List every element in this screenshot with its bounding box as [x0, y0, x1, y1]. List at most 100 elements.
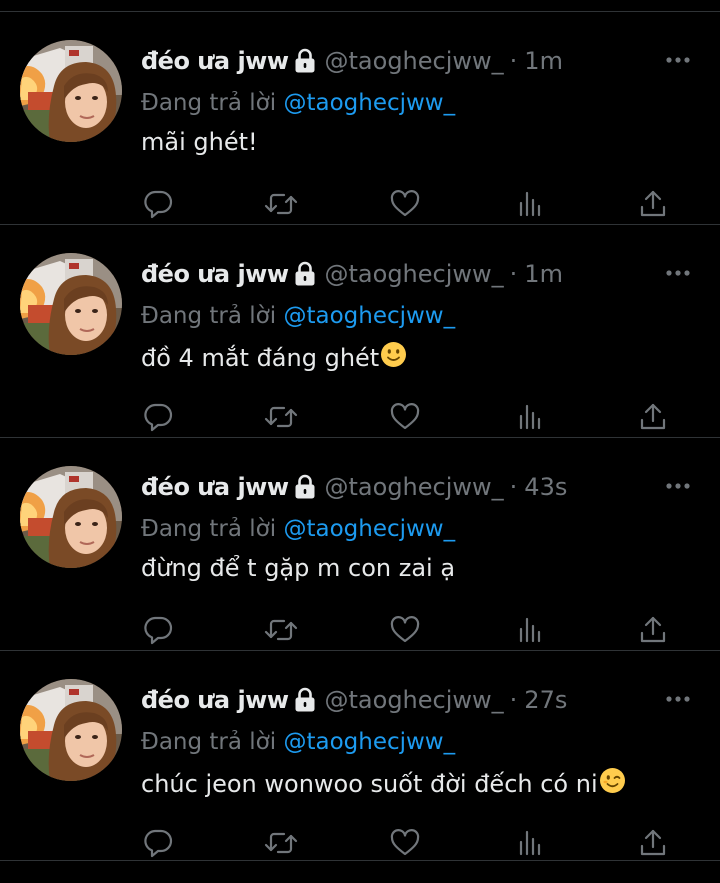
tweet-text-content: đồ 4 mắt đáng ghét [141, 343, 380, 372]
user-handle[interactable]: @taoghecjww_ [325, 473, 504, 501]
replying-to-handle[interactable]: @taoghecjww_ [283, 90, 455, 116]
views-button[interactable] [514, 827, 548, 859]
avatar[interactable] [20, 466, 122, 568]
analytics-icon [519, 191, 541, 217]
tweet-text: đồ 4 mắt đáng ghét [141, 341, 407, 374]
views-button[interactable] [514, 401, 548, 433]
separator-dot: · [509, 686, 518, 714]
tweet-actions [141, 614, 673, 646]
share-button[interactable] [636, 614, 670, 646]
display-name[interactable]: đéo ưa jww [141, 686, 289, 714]
replying-to-handle[interactable]: @taoghecjww_ [283, 516, 455, 542]
analytics-icon [519, 617, 541, 643]
more-options-button[interactable] [664, 476, 692, 496]
user-handle[interactable]: @taoghecjww_ [325, 47, 504, 75]
separator-dot: · [509, 47, 518, 75]
replying-to-label: Đang trả lời [141, 90, 277, 116]
timestamp[interactable]: 1m [524, 47, 563, 75]
tweet[interactable]: đéo ưa jww @taoghecjww_ · 1m Đang trả lờ… [0, 12, 720, 225]
replying-to-handle[interactable]: @taoghecjww_ [283, 303, 455, 329]
display-name[interactable]: đéo ưa jww [141, 260, 289, 288]
retweet-button[interactable] [264, 827, 298, 859]
share-icon [640, 403, 666, 430]
reply-icon [144, 829, 173, 858]
tweet-thread: đéo ưa jww @taoghecjww_ · 1m Đang trả lờ… [0, 12, 720, 861]
tweet-actions [141, 188, 673, 220]
tweet-actions [141, 401, 673, 433]
tweet-text: đừng để t gặp m con zai ạ [141, 554, 455, 582]
retweet-icon [264, 406, 298, 428]
top-divider [0, 0, 720, 12]
timestamp[interactable]: 43s [524, 473, 567, 501]
replying-to: Đang trả lời @taoghecjww_ [141, 516, 455, 542]
retweet-icon [264, 619, 298, 641]
emoji-slot [379, 341, 407, 374]
tweet-text: mãi ghét! [141, 128, 258, 156]
heart-icon [390, 829, 420, 856]
share-button[interactable] [636, 827, 670, 859]
display-name[interactable]: đéo ưa jww [141, 47, 289, 75]
winking-face-emoji [599, 768, 625, 793]
tweet-text-content: đừng để t gặp m con zai ạ [141, 554, 456, 582]
like-button[interactable] [388, 614, 422, 646]
like-button[interactable] [388, 827, 422, 859]
user-handle[interactable]: @taoghecjww_ [325, 686, 504, 714]
retweet-icon [264, 832, 298, 854]
share-icon [640, 829, 666, 856]
tweet-text-content: mãi ghét! [141, 128, 258, 156]
reply-icon [144, 403, 173, 432]
reply-button[interactable] [141, 827, 175, 859]
more-options-button[interactable] [664, 50, 692, 70]
reply-button[interactable] [141, 188, 175, 220]
tweet-actions [141, 827, 673, 859]
avatar[interactable] [20, 253, 122, 355]
retweet-button[interactable] [264, 614, 298, 646]
avatar[interactable] [20, 679, 122, 781]
timestamp[interactable]: 27s [524, 686, 567, 714]
lock-icon [294, 261, 316, 287]
retweet-button[interactable] [264, 188, 298, 220]
replying-to-handle[interactable]: @taoghecjww_ [283, 729, 455, 755]
slightly-smiling-face-emoji [381, 342, 407, 367]
replying-to: Đang trả lời @taoghecjww_ [141, 90, 455, 116]
retweet-button[interactable] [264, 401, 298, 433]
display-name[interactable]: đéo ưa jww [141, 473, 289, 501]
like-button[interactable] [388, 188, 422, 220]
lock-icon [294, 474, 316, 500]
tweet-header: đéo ưa jww @taoghecjww_ · 27s [141, 684, 567, 716]
heart-icon [390, 616, 420, 643]
more-horizontal-icon [666, 57, 690, 63]
tweet[interactable]: đéo ưa jww @taoghecjww_ · 1m Đang trả lờ… [0, 225, 720, 438]
tweet[interactable]: đéo ưa jww @taoghecjww_ · 27s Đang trả l… [0, 651, 720, 861]
tweet-header: đéo ưa jww @taoghecjww_ · 43s [141, 471, 567, 503]
tweet[interactable]: đéo ưa jww @taoghecjww_ · 43s Đang trả l… [0, 438, 720, 651]
separator-dot: · [509, 473, 518, 501]
reply-button[interactable] [141, 614, 175, 646]
share-icon [640, 190, 666, 217]
avatar[interactable] [20, 40, 122, 142]
reply-icon [144, 190, 173, 219]
tweet-header: đéo ưa jww @taoghecjww_ · 1m [141, 45, 563, 77]
share-button[interactable] [636, 401, 670, 433]
views-button[interactable] [514, 614, 548, 646]
replying-to-label: Đang trả lời [141, 516, 277, 542]
heart-icon [390, 190, 420, 217]
share-button[interactable] [636, 188, 670, 220]
lock-icon [294, 48, 316, 74]
views-button[interactable] [514, 188, 548, 220]
reply-button[interactable] [141, 401, 175, 433]
more-options-button[interactable] [664, 263, 692, 283]
emoji-slot [598, 767, 626, 800]
more-options-button[interactable] [664, 689, 692, 709]
retweet-icon [264, 193, 298, 215]
timestamp[interactable]: 1m [524, 260, 563, 288]
reply-icon [144, 616, 173, 645]
share-icon [640, 616, 666, 643]
replying-to: Đang trả lời @taoghecjww_ [141, 729, 455, 755]
user-handle[interactable]: @taoghecjww_ [325, 260, 504, 288]
more-horizontal-icon [666, 696, 690, 702]
analytics-icon [519, 830, 541, 856]
like-button[interactable] [388, 401, 422, 433]
analytics-icon [519, 404, 541, 430]
replying-to: Đang trả lời @taoghecjww_ [141, 303, 455, 329]
